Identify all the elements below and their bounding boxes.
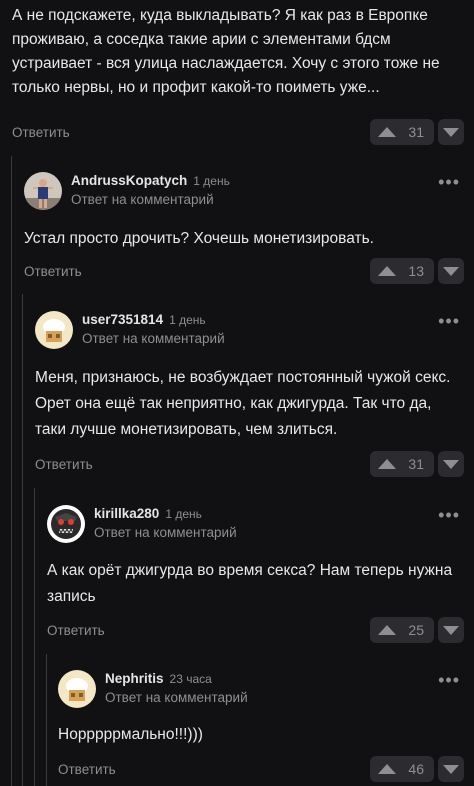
score: 13 — [408, 263, 424, 279]
downvote-button[interactable] — [438, 451, 464, 477]
top-comment-actions: Ответить 31 — [12, 119, 464, 145]
reply-to-link[interactable]: Ответ на комментарий — [105, 690, 248, 705]
vote-controls: 31 — [370, 451, 464, 477]
more-options-icon[interactable]: ••• — [438, 173, 460, 191]
comment-andrusskopatych: AndrussKopatych 1 день Ответ на коммента… — [24, 172, 474, 252]
comment-text: А как орёт джигурда во время секса? Нам … — [47, 562, 453, 605]
timestamp: 23 часа — [169, 672, 212, 686]
avatar[interactable] — [47, 505, 85, 543]
vote-controls: 25 — [370, 617, 464, 643]
author-name[interactable]: Nephritis — [105, 671, 164, 686]
comment-actions: Ответить 31 — [35, 451, 464, 477]
arrow-down-icon — [443, 764, 459, 774]
arrow-up-icon — [378, 459, 396, 469]
arrow-up-icon — [378, 127, 396, 137]
reply-to-link[interactable]: Ответ на комментарий — [82, 331, 225, 346]
timestamp: 1 день — [193, 174, 230, 188]
score: 31 — [408, 124, 424, 140]
comment-nephritis: Nephritis 23 часа Ответ на комментарий •… — [58, 670, 474, 748]
comment-user7351814: user7351814 1 день Ответ на комментарий … — [35, 311, 474, 443]
downvote-button[interactable] — [438, 258, 464, 284]
comment-actions: Ответить 46 — [58, 756, 464, 782]
more-options-icon[interactable]: ••• — [438, 506, 460, 524]
comment-header: kirillka280 1 день Ответ на комментарий … — [47, 505, 474, 549]
avatar[interactable] — [24, 172, 62, 210]
comment-actions: Ответить 25 — [47, 617, 464, 643]
comment-header: Nephritis 23 часа Ответ на комментарий •… — [58, 670, 474, 714]
more-options-icon[interactable]: ••• — [438, 312, 460, 330]
more-options-icon[interactable]: ••• — [438, 671, 460, 689]
thread-line-2 — [22, 294, 23, 786]
author-name[interactable]: kirillka280 — [94, 506, 159, 521]
comment-meta: AndrussKopatych 1 день Ответ на коммента… — [71, 172, 230, 207]
reply-to-link[interactable]: Ответ на комментарий — [71, 192, 230, 207]
avatar[interactable] — [58, 670, 96, 708]
comment-meta: user7351814 1 день Ответ на комментарий — [82, 311, 225, 346]
timestamp: 1 день — [169, 313, 206, 327]
reply-button[interactable]: Ответить — [24, 264, 82, 279]
score: 31 — [408, 456, 424, 472]
reply-to-link[interactable]: Ответ на комментарий — [94, 525, 237, 540]
upvote-button[interactable]: 13 — [370, 258, 434, 284]
score: 25 — [408, 622, 424, 638]
author-name[interactable]: user7351814 — [82, 312, 163, 327]
downvote-button[interactable] — [438, 617, 464, 643]
arrow-up-icon — [378, 625, 396, 635]
comment-text: Меня, признаюсь, не возбуждает постоянны… — [35, 369, 451, 438]
comment-actions: Ответить 13 — [24, 258, 464, 284]
comment-header: AndrussKopatych 1 день Ответ на коммента… — [24, 172, 474, 216]
comment-meta: kirillka280 1 день Ответ на комментарий — [94, 505, 237, 540]
timestamp: 1 день — [165, 507, 202, 521]
downvote-button[interactable] — [438, 119, 464, 145]
arrow-down-icon — [443, 266, 459, 276]
vote-controls: 13 — [370, 258, 464, 284]
comment-kirillka280: kirillka280 1 день Ответ на комментарий … — [47, 505, 474, 610]
comment-meta: Nephritis 23 часа Ответ на комментарий — [105, 670, 248, 705]
reply-button[interactable]: Ответить — [47, 623, 105, 638]
arrow-up-icon — [378, 764, 396, 774]
reply-button[interactable]: Ответить — [58, 762, 116, 777]
upvote-button[interactable]: 46 — [370, 756, 434, 782]
vote-controls: 46 — [370, 756, 464, 782]
score: 46 — [408, 761, 424, 777]
upvote-button[interactable]: 31 — [370, 451, 434, 477]
arrow-down-icon — [443, 459, 459, 469]
thread-line-3 — [34, 488, 35, 786]
thread-line-1 — [11, 156, 12, 786]
top-comment-text: А не подскажете, куда выкладывать? Я как… — [12, 7, 440, 96]
upvote-button[interactable]: 31 — [370, 119, 434, 145]
upvote-button[interactable]: 25 — [370, 617, 434, 643]
comment-header: user7351814 1 день Ответ на комментарий … — [35, 311, 474, 355]
downvote-button[interactable] — [438, 756, 464, 782]
arrow-down-icon — [443, 127, 459, 137]
comment-text: Норррррмально!!!))) — [58, 726, 203, 743]
reply-button[interactable]: Ответить — [35, 457, 93, 472]
vote-controls: 31 — [370, 119, 464, 145]
reply-button[interactable]: Ответить — [12, 125, 70, 140]
author-name[interactable]: AndrussKopatych — [71, 173, 187, 188]
avatar[interactable] — [35, 311, 73, 349]
thread-line-4 — [46, 654, 47, 786]
comment-text: Устал просто дрочить? Хочешь монетизиров… — [24, 230, 374, 247]
arrow-down-icon — [443, 625, 459, 635]
arrow-up-icon — [378, 266, 396, 276]
